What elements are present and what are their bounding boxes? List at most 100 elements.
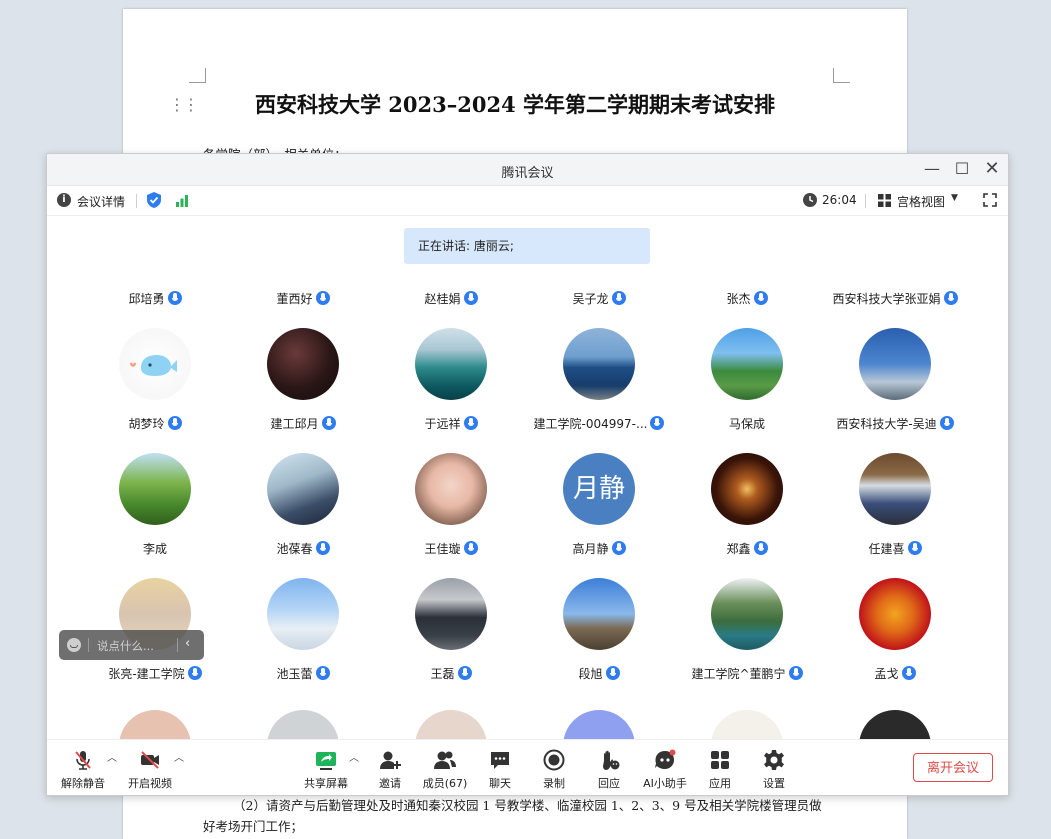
participant-avatar[interactable] bbox=[711, 328, 783, 400]
participant-tile[interactable]: 建工学院-004997-... bbox=[525, 415, 673, 439]
participant-name: 张杰 bbox=[673, 290, 821, 308]
close-button[interactable]: ✕ bbox=[979, 158, 1005, 180]
participant-tile[interactable]: 吴子龙 bbox=[525, 290, 673, 314]
mic-active-icon bbox=[901, 666, 916, 680]
participant-name: 赵桂娟 bbox=[377, 290, 525, 308]
participant-tile[interactable]: 马保成 bbox=[673, 415, 821, 439]
view-mode-selector[interactable]: 宫格视图 bbox=[897, 193, 945, 210]
participant-tile[interactable]: 孟戈 bbox=[821, 665, 969, 689]
record-icon bbox=[543, 749, 565, 771]
participant-avatar[interactable] bbox=[267, 328, 339, 400]
participant-name: 池葆春 bbox=[229, 540, 377, 558]
participant-avatar[interactable]: 月静 bbox=[563, 453, 635, 525]
invite-icon bbox=[380, 751, 401, 769]
participant-tile[interactable]: 李成 bbox=[81, 540, 229, 564]
meeting-info-button[interactable]: 会议详情 bbox=[77, 193, 125, 210]
participant-tile[interactable]: 西安科技大学-吴迪 bbox=[821, 415, 969, 439]
shield-icon[interactable] bbox=[147, 192, 161, 208]
settings-button[interactable]: 设置 bbox=[746, 744, 802, 794]
quick-chat-bar[interactable]: 说点什么... ‹ bbox=[59, 630, 204, 660]
participant-avatar[interactable] bbox=[415, 328, 487, 400]
participant-avatar[interactable] bbox=[859, 328, 931, 400]
fullscreen-icon[interactable] bbox=[983, 193, 997, 207]
participant-tile[interactable]: 于远祥 bbox=[377, 415, 525, 439]
participant-avatar[interactable] bbox=[119, 328, 191, 400]
title-bar[interactable]: 腾讯会议 — ☐ ✕ bbox=[47, 154, 1008, 186]
chat-input[interactable]: 说点什么... bbox=[97, 638, 154, 654]
participant-tile[interactable]: 张杰 bbox=[673, 290, 821, 314]
participant-avatar[interactable] bbox=[711, 578, 783, 650]
participant-name-text: 郑鑫 bbox=[726, 542, 751, 556]
participant-name: 马保成 bbox=[673, 415, 821, 433]
mic-active-icon bbox=[315, 541, 330, 555]
participant-name: 高月静 bbox=[525, 540, 673, 558]
participant-tile[interactable]: 任建喜 bbox=[821, 540, 969, 564]
participant-avatar[interactable] bbox=[711, 453, 783, 525]
participant-avatar[interactable] bbox=[267, 453, 339, 525]
caret-down-icon[interactable]: ▼ bbox=[951, 193, 958, 203]
members-button[interactable]: 成员(67) bbox=[417, 744, 473, 794]
audio-options-caret-icon[interactable]: ︿ bbox=[107, 749, 117, 764]
participant-name-text: 邱培勇 bbox=[128, 292, 165, 306]
participant-tile[interactable]: 张亮-建工学院 bbox=[81, 665, 229, 689]
participant-avatar[interactable] bbox=[415, 578, 487, 650]
share-options-caret-icon[interactable]: ︿ bbox=[349, 749, 359, 764]
participant-tile[interactable]: 邱培勇 bbox=[81, 290, 229, 314]
share-screen-button[interactable]: 共享屏幕 bbox=[298, 744, 354, 794]
participant-avatar[interactable] bbox=[859, 578, 931, 650]
minimize-button[interactable]: — bbox=[919, 158, 945, 180]
participant-tile[interactable]: 池葆春 bbox=[229, 540, 377, 564]
participant-tile[interactable]: 胡梦玲 bbox=[81, 415, 229, 439]
participant-name-text: 王佳璇 bbox=[424, 542, 461, 556]
participant-name: 任建喜 bbox=[821, 540, 969, 558]
participant-tile[interactable]: 西安科技大学张亚娟 bbox=[821, 290, 969, 314]
speaking-indicator: 正在讲话: 唐丽云; bbox=[404, 228, 650, 264]
participant-name: 王佳璇 bbox=[377, 540, 525, 558]
participant-tile[interactable]: 王佳璇 bbox=[377, 540, 525, 564]
participant-name-text: 董西好 bbox=[276, 292, 313, 306]
leave-meeting-button[interactable]: 离开会议 bbox=[913, 753, 993, 782]
participant-name-text: 张亮-建工学院 bbox=[108, 667, 185, 681]
mic-active-icon bbox=[463, 291, 478, 305]
signal-icon[interactable] bbox=[175, 194, 189, 207]
mic-active-icon bbox=[463, 541, 478, 555]
mic-active-icon bbox=[315, 291, 330, 305]
chevron-left-icon[interactable]: ‹ bbox=[185, 636, 190, 651]
maximize-button[interactable]: ☐ bbox=[949, 158, 975, 180]
participant-avatar[interactable] bbox=[415, 453, 487, 525]
unmute-button[interactable]: 解除静音 bbox=[55, 744, 111, 794]
divider bbox=[88, 638, 89, 652]
emoji-icon[interactable] bbox=[67, 638, 81, 652]
participant-name-text: 池葆春 bbox=[276, 542, 313, 556]
participant-avatar[interactable] bbox=[267, 578, 339, 650]
participant-avatar[interactable] bbox=[859, 453, 931, 525]
participant-name: 于远祥 bbox=[377, 415, 525, 433]
reactions-button[interactable]: 回应 bbox=[581, 744, 637, 794]
participant-tile[interactable]: 建工邱月 bbox=[229, 415, 377, 439]
participant-name-text: 李成 bbox=[142, 542, 167, 556]
participant-tile[interactable]: 段旭 bbox=[525, 665, 673, 689]
participant-tile[interactable]: 王磊 bbox=[377, 665, 525, 689]
mic-active-icon bbox=[650, 416, 665, 430]
mic-active-icon bbox=[605, 666, 620, 680]
participant-name-text: 王磊 bbox=[430, 667, 455, 681]
start-video-button[interactable]: 开启视频 bbox=[122, 744, 178, 794]
participant-tile[interactable]: 高月静 bbox=[525, 540, 673, 564]
participant-name-text: 段旭 bbox=[578, 667, 603, 681]
participant-tile[interactable]: 赵桂娟 bbox=[377, 290, 525, 314]
mic-active-icon bbox=[167, 416, 182, 430]
ai-assistant-button[interactable]: AI小助手 bbox=[637, 744, 693, 794]
participant-tile[interactable]: 郑鑫 bbox=[673, 540, 821, 564]
raise-hand-icon bbox=[603, 750, 620, 770]
participant-tile[interactable]: 池玉蕾 bbox=[229, 665, 377, 689]
participant-tile[interactable]: 董西好 bbox=[229, 290, 377, 314]
participant-avatar[interactable] bbox=[563, 578, 635, 650]
grid-view-icon[interactable] bbox=[878, 194, 891, 207]
video-options-caret-icon[interactable]: ︿ bbox=[174, 749, 184, 764]
participant-tile[interactable]: 建工学院^董鹏宁 bbox=[673, 665, 821, 689]
info-icon[interactable]: i bbox=[57, 193, 71, 207]
participant-avatar[interactable] bbox=[119, 453, 191, 525]
invite-button[interactable]: 邀请 bbox=[362, 744, 418, 794]
record-button[interactable]: 录制 bbox=[526, 744, 582, 794]
participant-avatar[interactable] bbox=[563, 328, 635, 400]
